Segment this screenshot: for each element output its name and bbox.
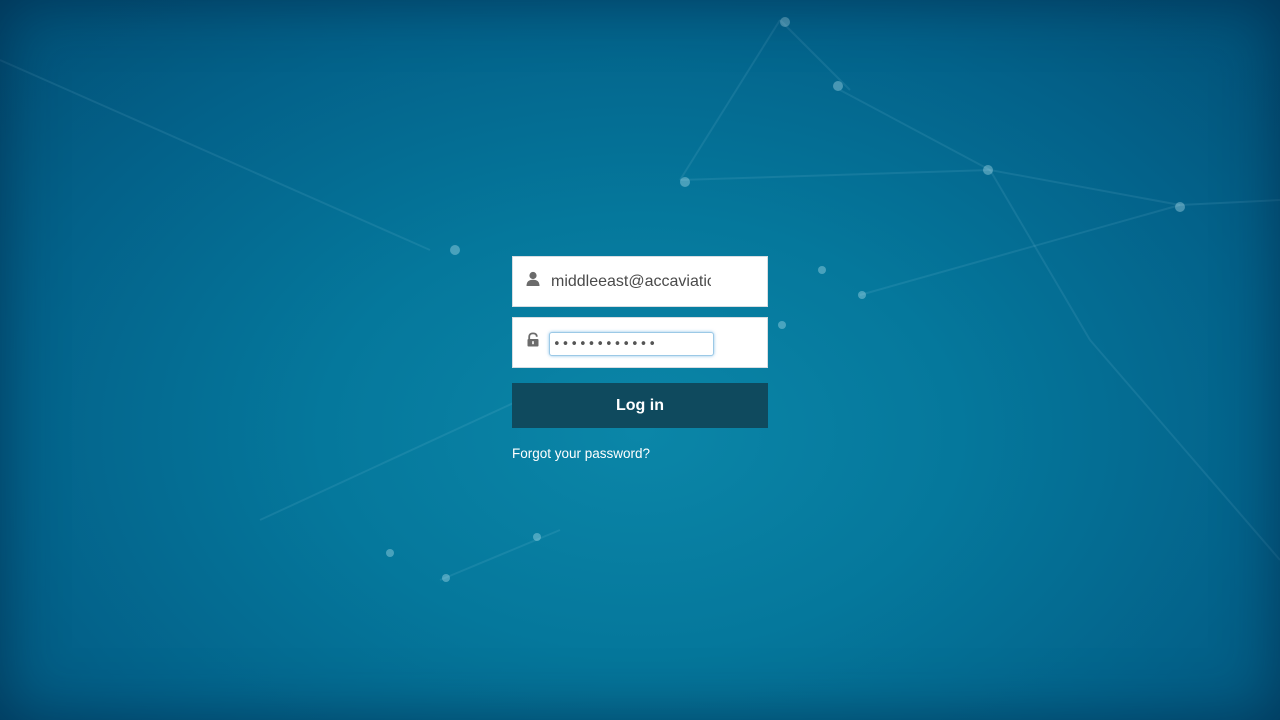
forgot-password-link[interactable]: Forgot your password? [512,446,650,461]
password-input[interactable] [549,332,714,356]
user-icon [526,271,540,287]
password-field[interactable] [512,317,768,368]
login-form: Log in Forgot your password? [512,256,768,463]
username-input[interactable] [551,270,711,294]
username-field[interactable] [512,256,768,307]
lock-icon [526,332,540,348]
login-button[interactable]: Log in [512,383,768,428]
